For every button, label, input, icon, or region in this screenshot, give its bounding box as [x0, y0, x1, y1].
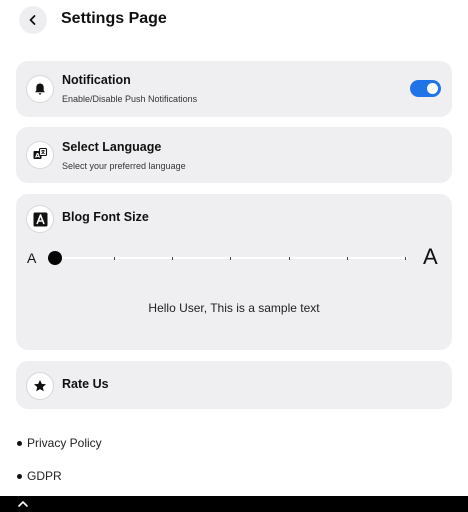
rate-card[interactable]: Rate Us [16, 361, 452, 409]
star-icon [34, 380, 46, 392]
font-size-title: Blog Font Size [62, 210, 149, 224]
chevron-left-icon [29, 15, 36, 25]
slider-tick [405, 257, 406, 260]
translate-icon: A [33, 147, 48, 160]
gdpr-link[interactable]: GDPR [17, 469, 62, 483]
system-nav-bar [0, 496, 468, 512]
back-button[interactable] [19, 6, 47, 34]
font-size-large-label: A [423, 244, 438, 269]
slider-tick [289, 257, 290, 260]
bell-icon [35, 83, 45, 95]
font-size-small-label: A [27, 250, 37, 266]
notification-card: Notification Enable/Disable Push Notific… [16, 61, 452, 117]
toggle-knob [427, 83, 438, 94]
privacy-policy-label: Privacy Policy [27, 436, 102, 450]
font-icon-circle [26, 205, 54, 233]
language-card[interactable]: A Select Language Select your preferred … [16, 127, 452, 183]
notification-subtitle: Enable/Disable Push Notifications [62, 94, 198, 104]
font-size-slider-track[interactable] [56, 257, 408, 259]
page-title: Settings Page [61, 10, 167, 27]
notification-toggle[interactable] [410, 80, 441, 97]
privacy-policy-link[interactable]: Privacy Policy [17, 436, 102, 450]
rate-icon-circle [26, 372, 54, 400]
gdpr-label: GDPR [27, 469, 62, 483]
notification-title: Notification [62, 73, 131, 87]
slider-tick [347, 257, 348, 260]
bullet-dot [17, 441, 22, 447]
slider-tick [230, 257, 231, 260]
slider-tick [172, 257, 173, 260]
font-size-slider-thumb[interactable] [48, 251, 62, 265]
font-icon [33, 212, 47, 226]
language-title: Select Language [62, 140, 162, 154]
notification-icon-circle [26, 75, 54, 103]
language-icon-circle: A [26, 141, 54, 169]
sample-text: Hello User, This is a sample text [148, 301, 320, 315]
language-subtitle: Select your preferred language [62, 161, 186, 171]
rate-title: Rate Us [62, 377, 109, 391]
slider-tick [114, 257, 115, 260]
bullet-dot [17, 474, 22, 480]
header: Settings Page [0, 0, 468, 40]
font-size-card: Blog Font Size A A Hello User, This is a… [16, 194, 452, 350]
chevron-up-icon[interactable] [17, 499, 29, 509]
